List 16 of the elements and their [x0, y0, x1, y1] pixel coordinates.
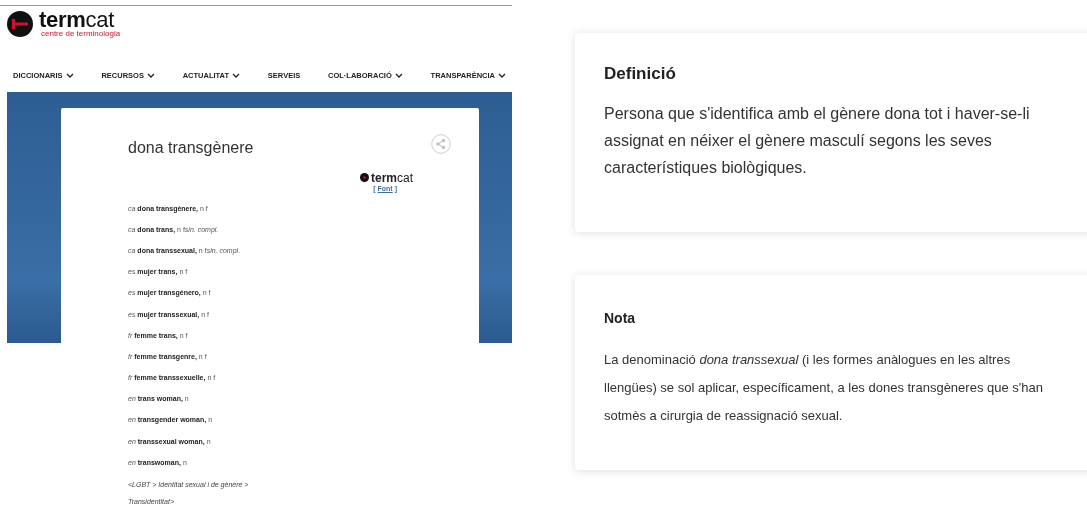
chevron-down-icon	[498, 72, 506, 78]
source-logo-wordmark: termcat	[370, 170, 413, 185]
chevron-down-icon	[65, 72, 74, 78]
logo-tagline: centre de terminologia	[41, 29, 121, 38]
logo-wordmark[interactable]: termcat	[39, 8, 121, 31]
note-text: La denominació dona transsexual (i les formes anàlogues en les altres llengües) se sol aplicar, específicament, a les dones transgèneres que s'han sotmès a cirurgia de reassignació sexual.	[604, 351, 1044, 425]
logo-icon	[359, 173, 369, 183]
definition-text: Persona que s'identifica amb el gènere dona tot i haver-se-li assignat en néixer el gènere masculí segons les seves característiques biològiques.	[604, 104, 1031, 178]
term-title: dona transgènere	[128, 138, 254, 157]
chevron-down-icon	[394, 72, 403, 78]
logo-icon	[7, 10, 33, 37]
share-icon[interactable]	[431, 133, 451, 154]
chevron-down-icon	[232, 72, 241, 78]
note-heading: Nota	[604, 310, 637, 326]
definition-heading: Definició	[604, 64, 677, 84]
chevron-down-icon	[146, 72, 155, 78]
